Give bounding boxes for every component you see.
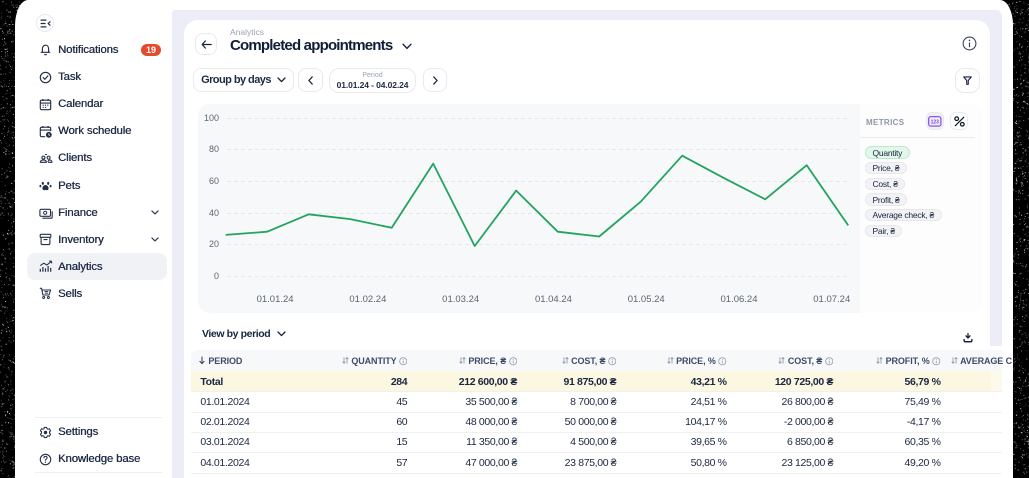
svg-text:123: 123: [931, 119, 940, 125]
